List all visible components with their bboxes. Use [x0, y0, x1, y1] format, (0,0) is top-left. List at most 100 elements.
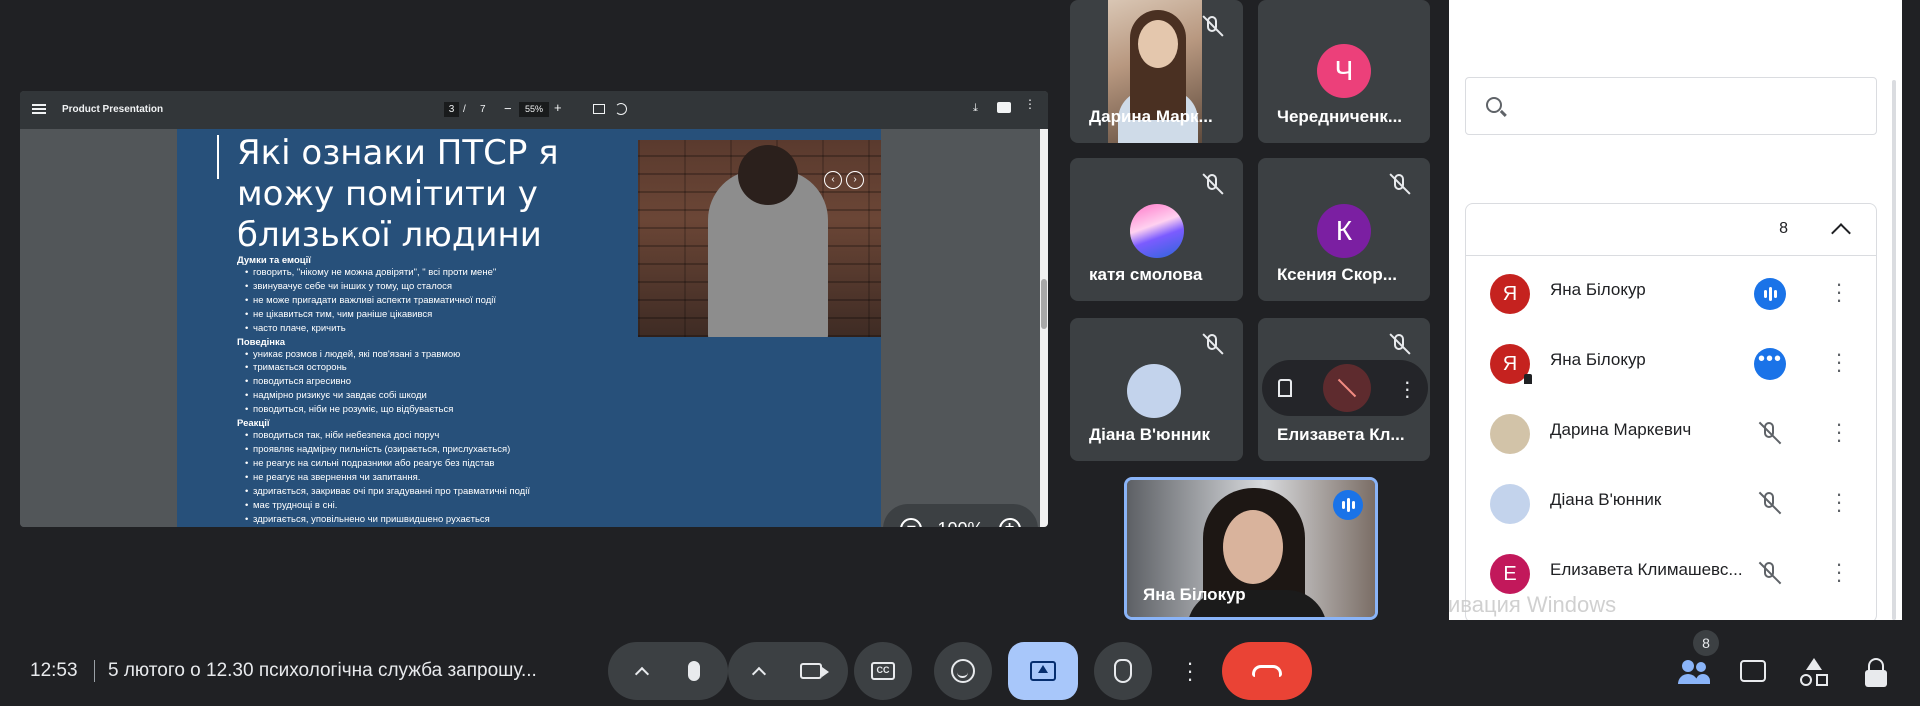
more-vert-icon[interactable]: · · ·: [1834, 483, 1844, 521]
more-vert-icon[interactable]: · · ·: [1834, 413, 1844, 451]
slide-bullet: часто плаче, кричить: [237, 322, 617, 336]
page-total: 7: [480, 104, 486, 115]
camera-icon[interactable]: [800, 663, 829, 679]
photo-prev-icon[interactable]: ‹: [824, 171, 842, 189]
fit-page-icon[interactable]: [593, 104, 605, 114]
chat-button[interactable]: [1740, 656, 1774, 690]
host-controls-button[interactable]: [1860, 656, 1894, 690]
slide-bullet-list: уникає розмов і людей, які пов'язані з т…: [237, 348, 617, 418]
mic-off-icon[interactable]: [1754, 418, 1786, 450]
slide-photo: ‹ ›: [638, 140, 881, 337]
chevron-up-icon[interactable]: [1831, 223, 1851, 243]
zoom-out-icon[interactable]: −: [900, 518, 923, 527]
pin-icon: [1524, 374, 1532, 384]
hand-icon: [1114, 659, 1132, 683]
tile-cherednichenko[interactable]: Ч Чередниченк...: [1258, 0, 1430, 143]
emoji-button[interactable]: [934, 642, 992, 700]
tile-ksenia[interactable]: К Ксения Скор...: [1258, 158, 1430, 301]
participant-name: Яна Білокур: [1550, 280, 1646, 299]
tile-diana[interactable]: Діана В'юнник: [1070, 318, 1243, 461]
slide-bullet: поводиться, ніби не розуміє, що відбуває…: [237, 403, 617, 417]
zoom-in-button[interactable]: +: [554, 100, 562, 115]
participant-row[interactable]: Я Яна Білокур · · ·: [1466, 258, 1876, 328]
slide-bullet: не може пригадати важливі аспекти травма…: [237, 294, 617, 308]
participant-avatar: E: [1490, 554, 1530, 594]
more-options-button[interactable]: · · ·: [1174, 642, 1206, 700]
participant-avatar: [1490, 484, 1530, 524]
people-count-badge: 8: [1693, 630, 1719, 656]
mic-off-icon[interactable]: [1754, 558, 1786, 590]
menu-icon[interactable]: [32, 102, 46, 116]
photo-next-icon[interactable]: ›: [846, 171, 864, 189]
slide-accent-bar: [217, 135, 219, 179]
participant-row[interactable]: Я Яна Білокур ••• · · ·: [1466, 328, 1876, 398]
pdf-title: Product Presentation: [62, 104, 164, 115]
self-view-tile[interactable]: Яна Білокур: [1124, 477, 1378, 620]
microphone-icon[interactable]: [687, 661, 700, 681]
more-vert-icon[interactable]: · · ·: [1402, 370, 1412, 406]
slide-bullet: надмірно ризикує чи завдає собі шкоди: [237, 389, 617, 403]
slide-heading: Які ознаки ПТСР я можу помітити у близьк…: [237, 133, 559, 255]
people-search-input[interactable]: [1465, 77, 1877, 135]
captions-icon: CC: [871, 662, 895, 680]
present-icon: [1030, 661, 1056, 681]
more-vert-icon[interactable]: · · ·: [1834, 273, 1844, 311]
more-vert-icon[interactable]: ⋮: [1024, 98, 1036, 110]
more-vert-icon[interactable]: · · ·: [1834, 343, 1844, 381]
avatar: К: [1317, 204, 1371, 258]
slide-page: Які ознаки ПТСР я можу помітити у близьк…: [177, 129, 881, 527]
slide-bullet: здригається, закриває очі при згадуванні…: [237, 485, 617, 499]
download-icon[interactable]: ⤓: [973, 102, 978, 115]
mic-off-icon: [1199, 12, 1227, 40]
activities-button[interactable]: [1798, 656, 1832, 690]
chat-icon: [1740, 660, 1766, 682]
camera-control: [728, 642, 848, 700]
slide-bullet: тримається осторонь: [237, 361, 617, 375]
zoom-value: 100%: [937, 519, 983, 528]
meeting-title: 5 лютого о 12.30 психологічна служба зап…: [108, 660, 537, 681]
avatar: [1130, 204, 1184, 258]
chevron-up-icon[interactable]: [634, 666, 649, 681]
zoom-in-icon[interactable]: +: [998, 518, 1021, 527]
raise-hand-button[interactable]: [1094, 642, 1152, 700]
participant-row[interactable]: Діана В'юнник · · ·: [1466, 468, 1876, 538]
pdf-scrollbar[interactable]: [1040, 129, 1048, 527]
page-number-input[interactable]: 3: [444, 102, 459, 117]
mute-participant-button[interactable]: [1322, 364, 1371, 412]
zoom-level-input[interactable]: 55%: [519, 102, 549, 117]
pdf-toolbar: Product Presentation 3 / 7 − 55% + ⤓ ⋮: [20, 91, 1048, 129]
slide-bullet: поводиться агресивно: [237, 375, 617, 389]
people-panel: 8 Я Яна Білокур · · · Я Яна Білокур ••• · ·…: [1449, 0, 1902, 620]
chevron-up-icon[interactable]: [751, 666, 767, 681]
section-header[interactable]: 8: [1466, 204, 1876, 256]
leave-call-button[interactable]: [1222, 642, 1312, 700]
more-vert-icon[interactable]: · · ·: [1834, 553, 1844, 591]
rotate-icon[interactable]: [615, 103, 627, 115]
captions-button[interactable]: CC: [854, 642, 912, 700]
panel-scrollbar[interactable]: [1892, 80, 1896, 620]
mic-off-icon: [1199, 330, 1227, 358]
self-face: [1223, 510, 1283, 584]
present-screen-button[interactable]: [1008, 642, 1078, 700]
participant-name: Елизавета Климашевс...: [1550, 560, 1743, 579]
tile-hover-actions: · · ·: [1262, 360, 1428, 416]
more-options-icon[interactable]: •••: [1754, 348, 1786, 380]
tile-katya[interactable]: катя смолова: [1070, 158, 1243, 301]
tile-darina[interactable]: Дарина Марк...: [1070, 0, 1243, 143]
slide-section-title: Реакції: [237, 418, 270, 430]
mic-off-icon: [1386, 330, 1414, 358]
people-button[interactable]: [1678, 656, 1712, 690]
mic-off-icon[interactable]: [1754, 488, 1786, 520]
print-icon[interactable]: [997, 102, 1011, 113]
slide-bullet: уникає розмов і людей, які пов'язані з т…: [237, 348, 617, 362]
pin-icon[interactable]: [1277, 379, 1292, 397]
slide-bullet: звинувачує себе чи інших у тому, що стал…: [237, 280, 617, 294]
tile-name: Діана В'юнник: [1089, 425, 1211, 444]
tile-name: катя смолова: [1089, 265, 1203, 284]
pdf-scroll-thumb[interactable]: [1041, 279, 1047, 329]
photo-head: [738, 145, 798, 205]
zoom-out-button[interactable]: −: [504, 101, 512, 116]
participant-row[interactable]: Дарина Маркевич · · ·: [1466, 398, 1876, 468]
slide-body: Думки та емоціїговорить, "нікому не можн…: [237, 254, 617, 526]
people-icon: [1682, 660, 1694, 672]
